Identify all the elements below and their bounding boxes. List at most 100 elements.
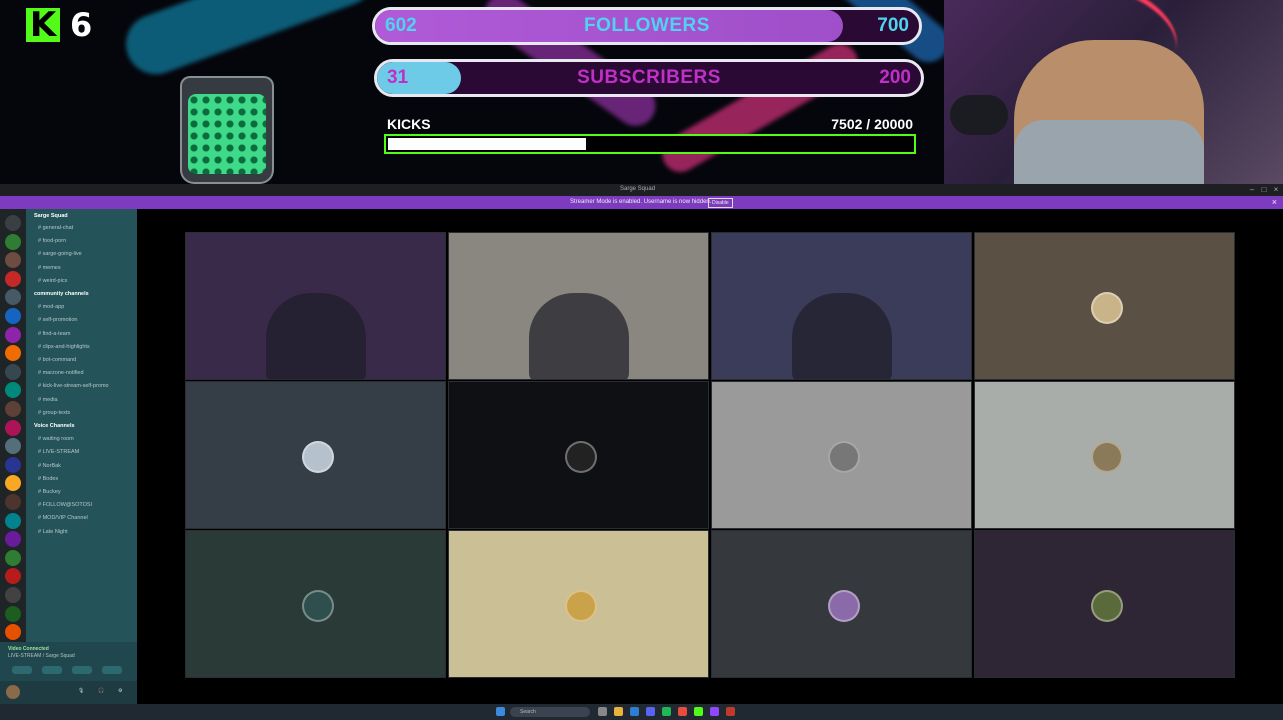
server-icon[interactable] [5,456,21,473]
server-icon[interactable] [5,605,21,622]
channel-item[interactable]: # LIVE-STREAM [38,449,138,455]
participant-tile[interactable] [974,530,1235,678]
participant-tile[interactable] [711,381,972,529]
chrome-icon[interactable] [678,707,687,716]
server-icon[interactable] [5,233,21,250]
channel-item[interactable]: # self-promotion [38,317,138,323]
participant-tile[interactable] [974,381,1235,529]
obs-icon[interactable] [710,707,719,716]
kicks-progress-bar [384,134,916,154]
avatar[interactable] [6,685,20,699]
edge-icon[interactable] [630,707,639,716]
participant-tile[interactable] [185,381,446,529]
banner-message: Streamer Mode is enabled. Username is no… [570,199,712,205]
minimize-icon[interactable]: – [1247,185,1257,195]
server-icon[interactable] [5,289,21,306]
gear-icon[interactable]: ⚙ [118,688,122,694]
server-icon[interactable] [5,438,21,455]
channel-category[interactable]: community channels [34,291,134,297]
channel-item[interactable]: # waiting room [38,436,138,442]
server-icon[interactable] [5,531,21,548]
server-icon[interactable] [5,363,21,380]
server-icon[interactable] [5,512,21,529]
kicks-count: 7502 / 20000 [831,116,913,132]
camera-button[interactable] [12,666,32,674]
task-view-icon[interactable] [598,707,607,716]
discord-window: Sarge Squad – □ × Streamer Mode is enabl… [0,184,1283,720]
soundboard-button[interactable] [102,666,122,674]
channel-item[interactable]: # find-a-team [38,331,138,337]
close-icon[interactable]: × [1271,185,1281,195]
channel-item[interactable]: # memes [38,265,138,271]
channel-item[interactable]: # kick-live-stream-self-promo [38,383,138,389]
server-name[interactable]: Sarge Squad [34,213,134,219]
channel-sidebar: Sarge Squad # general-chat # food-porn # s… [26,209,137,704]
kick-icon[interactable] [694,707,703,716]
window-title: Sarge Squad [620,186,656,192]
channel-item[interactable]: # bot-command [38,357,138,363]
spotify-icon[interactable] [662,707,671,716]
channel-item[interactable]: # NorBak [38,463,138,469]
participant-figure [529,293,629,379]
headphones [950,95,1008,135]
file-explorer-icon[interactable] [614,707,623,716]
server-icon[interactable] [5,475,21,492]
channel-item[interactable]: # Buckey [38,489,138,495]
banner-close-icon[interactable]: × [1272,197,1277,207]
participant-tile[interactable] [185,530,446,678]
voice-connected-title: Video Connected [8,646,49,652]
participant-tile[interactable] [974,232,1235,380]
video-tile[interactable] [711,232,972,380]
server-icon[interactable] [5,345,21,362]
screenshare-button[interactable] [42,666,62,674]
channel-item[interactable]: # FOLLOW@SOTOSI [38,502,138,508]
channel-item[interactable]: # marzone-notified [38,370,138,376]
channel-item[interactable]: # clips-and-highlights [38,344,138,350]
kick-counter: 6 [70,6,93,44]
subscribers-goal: 200 [879,67,911,88]
server-icon[interactable] [5,382,21,399]
headphone-icon[interactable]: 🎧 [98,688,104,694]
participant-tile[interactable] [711,530,972,678]
participant-figure [266,293,366,379]
channel-item[interactable]: # general-chat [38,225,138,231]
channel-item[interactable]: # MOD/VIP Channel [38,515,138,521]
server-icon[interactable] [5,419,21,436]
channel-item[interactable]: # Bodex [38,476,138,482]
app-icon[interactable] [726,707,735,716]
channel-item[interactable]: # group-texts [38,410,138,416]
participant-avatar [301,590,334,622]
video-tile[interactable] [185,232,446,380]
streamer-webcam [944,0,1283,184]
server-icon[interactable] [5,624,21,641]
channel-item[interactable]: # mod-app [38,304,138,310]
participant-tile[interactable] [448,381,709,529]
taskbar-search[interactable]: Search [510,707,590,717]
channel-item[interactable]: # weird-pics [38,278,138,284]
channel-item[interactable]: # food-porn [38,238,138,244]
server-icon[interactable] [5,494,21,510]
disable-button[interactable]: Disable [708,198,733,208]
server-icon[interactable] [5,568,21,585]
channel-item[interactable]: # Late Night [38,529,138,535]
channel-category[interactable]: Voice Channels [34,423,134,429]
discord-icon[interactable] [646,707,655,716]
server-icon[interactable] [5,587,21,603]
server-icon[interactable] [5,252,21,269]
mic-icon[interactable]: 🎙 [78,688,84,694]
server-icon[interactable] [5,401,21,417]
kicks-jar [180,76,274,184]
video-tile[interactable] [448,232,709,380]
participant-avatar [827,590,860,622]
channel-item[interactable]: # media [38,397,138,403]
server-icon[interactable] [5,308,21,324]
server-icon[interactable] [5,215,21,231]
windows-start-icon[interactable] [496,707,505,716]
server-icon[interactable] [5,326,21,343]
maximize-icon[interactable]: □ [1259,185,1269,195]
server-icon[interactable] [5,549,21,566]
participant-tile[interactable] [448,530,709,678]
server-icon[interactable] [5,270,21,287]
activity-button[interactable] [72,666,92,674]
channel-item[interactable]: # sarge-going-live [38,251,138,257]
